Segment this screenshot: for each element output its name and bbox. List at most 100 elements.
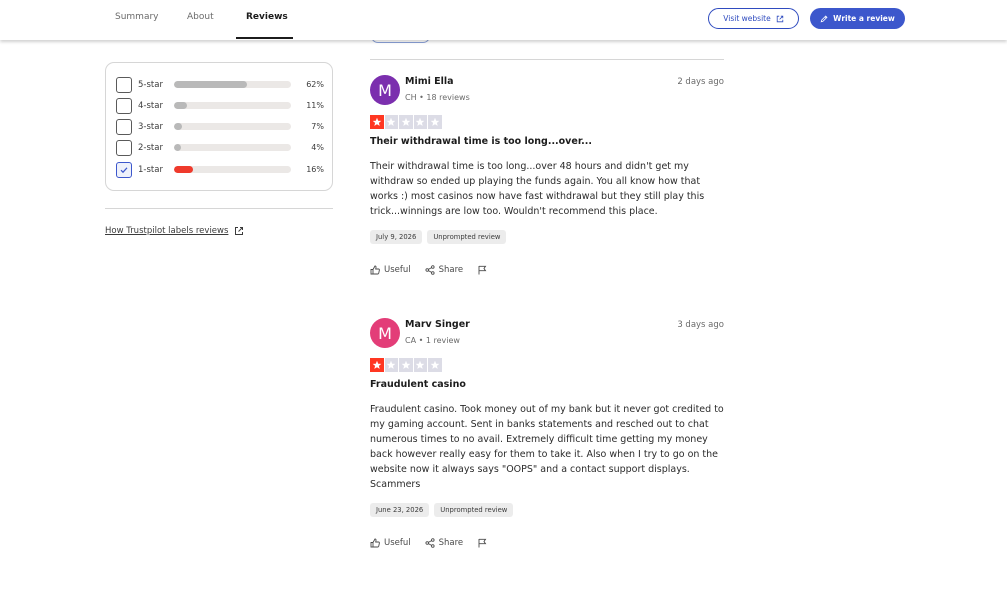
flag-icon: [478, 538, 487, 548]
filter-bar-track: [174, 123, 291, 130]
divider: [370, 59, 724, 60]
filter-checkbox[interactable]: [116, 97, 132, 114]
review-body: Their withdrawal time is too long...over…: [370, 161, 705, 217]
tab-reviews[interactable]: Reviews: [246, 12, 288, 22]
visit-website-button[interactable]: Visit website: [708, 8, 799, 29]
filter-bar-track: [174, 81, 291, 88]
external-link-icon: [776, 15, 783, 22]
filter-bar-fill: [174, 81, 247, 88]
avatar-initial: M: [378, 80, 392, 100]
external-link-icon: [235, 227, 244, 235]
flag-icon: [478, 265, 487, 275]
filter-percent: 4%: [311, 143, 324, 152]
divider: [105, 208, 333, 209]
share-button[interactable]: Share: [425, 265, 464, 275]
share-label: Share: [438, 265, 464, 275]
thumbs-up-icon: [370, 538, 380, 548]
review-card: M Marv Singer CA • 1 review 3 days ago F…: [370, 318, 724, 558]
filter-percent: 62%: [306, 80, 324, 89]
star-icon: [428, 115, 442, 129]
review-date: 2 days ago: [677, 77, 724, 87]
share-icon: [425, 265, 435, 275]
filter-checkbox-checked[interactable]: [116, 161, 132, 178]
review-title[interactable]: Their withdrawal time is too long...over…: [370, 136, 592, 147]
filter-bar-fill: [174, 102, 187, 109]
review-tags: July 9, 2026 Unprompted review: [370, 230, 507, 244]
useful-label: Useful: [384, 538, 411, 548]
labels-link-text: How Trustpilot labels reviews: [105, 226, 229, 236]
star-rating: [370, 358, 442, 372]
star-icon: [413, 358, 427, 372]
filter-percent: 16%: [306, 165, 324, 174]
pencil-icon: [820, 14, 828, 22]
star-filter-panel: 5-star 62% 4-star 11% 3-star 7% 2-star 4…: [105, 62, 333, 191]
share-button[interactable]: Share: [425, 538, 464, 548]
avatar[interactable]: M: [370, 75, 400, 105]
filter-percent: 11%: [306, 101, 324, 110]
visit-website-label: Visit website: [723, 14, 771, 23]
star-icon: [413, 115, 427, 129]
review-tags: June 23, 2026 Unprompted review: [370, 503, 514, 517]
reviewer-name[interactable]: Marv Singer: [405, 319, 470, 330]
top-nav: Summary About Reviews Visit website Writ…: [0, 0, 1007, 40]
write-review-button[interactable]: Write a review: [810, 8, 905, 29]
review-title[interactable]: Fraudulent casino: [370, 379, 466, 390]
report-button[interactable]: [477, 538, 487, 548]
review-actions: Useful Share: [370, 538, 487, 548]
filter-row-4-star[interactable]: 4-star 11%: [116, 97, 324, 114]
review-actions: Useful Share: [370, 265, 487, 275]
useful-button[interactable]: Useful: [370, 265, 411, 275]
share-label: Share: [438, 538, 464, 548]
write-review-label: Write a review: [833, 14, 895, 23]
tab-summary[interactable]: Summary: [115, 12, 159, 22]
review-body: Fraudulent casino. Took money out of my …: [370, 404, 724, 490]
filter-label: 5-star: [138, 79, 163, 90]
star-icon: [399, 115, 413, 129]
star-icon: [370, 358, 384, 372]
filter-row-2-star[interactable]: 2-star 4%: [116, 139, 324, 156]
trustpilot-labels-link[interactable]: How Trustpilot labels reviews: [105, 226, 244, 236]
thumbs-up-icon: [370, 265, 380, 275]
star-icon: [428, 358, 442, 372]
filter-bar-track: [174, 102, 291, 109]
useful-button[interactable]: Useful: [370, 538, 411, 548]
tab-about[interactable]: About: [187, 12, 214, 22]
filter-row-5-star[interactable]: 5-star 62%: [116, 76, 324, 93]
report-button[interactable]: [477, 265, 487, 275]
useful-label: Useful: [384, 265, 411, 275]
active-tab-indicator: [236, 37, 293, 39]
filter-row-3-star[interactable]: 3-star 7%: [116, 118, 324, 135]
star-icon: [370, 115, 384, 129]
review-label-badge[interactable]: Unprompted review: [427, 230, 507, 244]
filter-row-1-star[interactable]: 1-star 16%: [116, 161, 324, 178]
checkmark-icon: [120, 166, 128, 173]
review-label-badge[interactable]: Unprompted review: [434, 503, 514, 517]
share-icon: [425, 538, 435, 548]
reviewer-meta: CH • 18 reviews: [405, 93, 470, 102]
reviewer-meta: CA • 1 review: [405, 336, 460, 345]
filter-label: 1-star: [138, 164, 163, 175]
filter-bar-track: [174, 144, 291, 151]
filter-bar-fill: [174, 123, 183, 130]
filter-checkbox[interactable]: [116, 139, 132, 156]
filter-label: 4-star: [138, 100, 163, 111]
experience-date-badge: July 9, 2026: [370, 230, 423, 244]
avatar[interactable]: M: [370, 318, 400, 348]
filter-checkbox[interactable]: [116, 118, 132, 135]
star-icon: [384, 358, 398, 372]
filter-bar-track: [174, 166, 291, 173]
filter-bar-fill: [174, 166, 193, 173]
filter-percent: 7%: [311, 122, 324, 131]
star-icon: [399, 358, 413, 372]
review-card: M Mimi Ella CH • 18 reviews 2 days ago T…: [370, 75, 724, 285]
filter-label: 2-star: [138, 142, 163, 153]
star-icon: [384, 115, 398, 129]
filter-checkbox[interactable]: [116, 76, 132, 93]
review-date: 3 days ago: [677, 320, 724, 330]
reviewer-name[interactable]: Mimi Ella: [405, 76, 454, 87]
star-rating: [370, 115, 442, 129]
avatar-initial: M: [378, 323, 392, 343]
filter-bar-fill: [174, 144, 182, 151]
filter-label: 3-star: [138, 121, 163, 132]
experience-date-badge: June 23, 2026: [370, 503, 430, 517]
